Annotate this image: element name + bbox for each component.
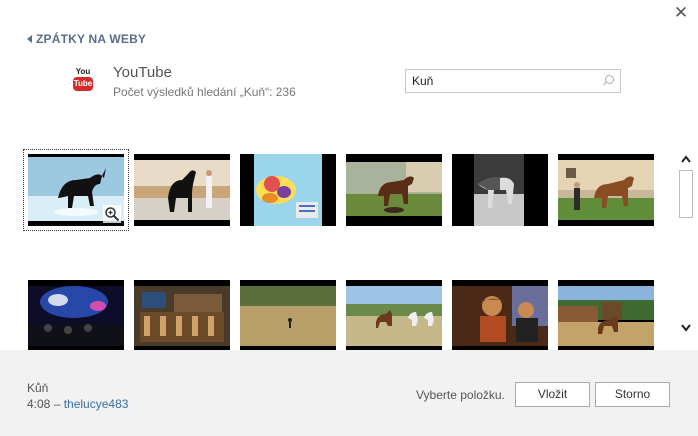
video-thumbnail[interactable] bbox=[240, 280, 336, 350]
meta-separator: – bbox=[50, 397, 64, 411]
video-thumbnail[interactable] bbox=[346, 154, 442, 226]
scroll-down-icon[interactable] bbox=[680, 320, 692, 332]
zoom-icon[interactable] bbox=[103, 205, 121, 223]
search-input[interactable] bbox=[412, 74, 602, 88]
insert-button[interactable]: Vložit bbox=[515, 382, 590, 407]
video-thumbnail[interactable] bbox=[452, 280, 548, 350]
video-thumbnail[interactable] bbox=[558, 280, 654, 350]
provider-title: YouTube bbox=[113, 64, 172, 81]
video-thumbnail[interactable] bbox=[134, 154, 230, 226]
search-result-count: Počet výsledků hledání „Kuň“: 236 bbox=[113, 85, 296, 99]
video-thumbnail[interactable] bbox=[558, 154, 654, 226]
chevron-left-icon bbox=[27, 35, 32, 43]
status-text: Vyberte položku. bbox=[416, 388, 505, 402]
video-thumbnail[interactable] bbox=[134, 280, 230, 350]
scroll-up-icon[interactable] bbox=[680, 153, 692, 165]
selected-video-duration: 4:08 bbox=[27, 397, 51, 411]
back-to-websites-link[interactable]: ZPÁTKY NA WEBY bbox=[27, 31, 146, 47]
search-box[interactable] bbox=[405, 69, 621, 93]
selected-video-title: Kůň bbox=[27, 381, 49, 395]
youtube-logo-tube: Tube bbox=[73, 77, 93, 91]
selected-video-meta: 4:08 – thelucye483 bbox=[27, 397, 128, 411]
video-thumbnail[interactable] bbox=[240, 154, 336, 226]
dialog-footer bbox=[0, 350, 698, 436]
youtube-logo-you: You bbox=[75, 67, 91, 76]
search-icon[interactable] bbox=[602, 75, 614, 87]
video-thumbnail[interactable] bbox=[452, 154, 548, 226]
youtube-logo-icon: You Tube bbox=[72, 67, 94, 93]
close-icon[interactable]: ✕ bbox=[672, 4, 690, 22]
video-thumbnail[interactable] bbox=[28, 280, 124, 350]
video-thumbnail[interactable] bbox=[23, 149, 129, 231]
selected-video-author-link[interactable]: thelucye483 bbox=[64, 397, 129, 411]
back-link-label: ZPÁTKY NA WEBY bbox=[36, 32, 147, 46]
cancel-button[interactable]: Storno bbox=[595, 382, 670, 407]
results-grid bbox=[0, 130, 674, 350]
scrollbar-thumb[interactable] bbox=[679, 170, 693, 218]
video-thumbnail[interactable] bbox=[346, 280, 442, 350]
